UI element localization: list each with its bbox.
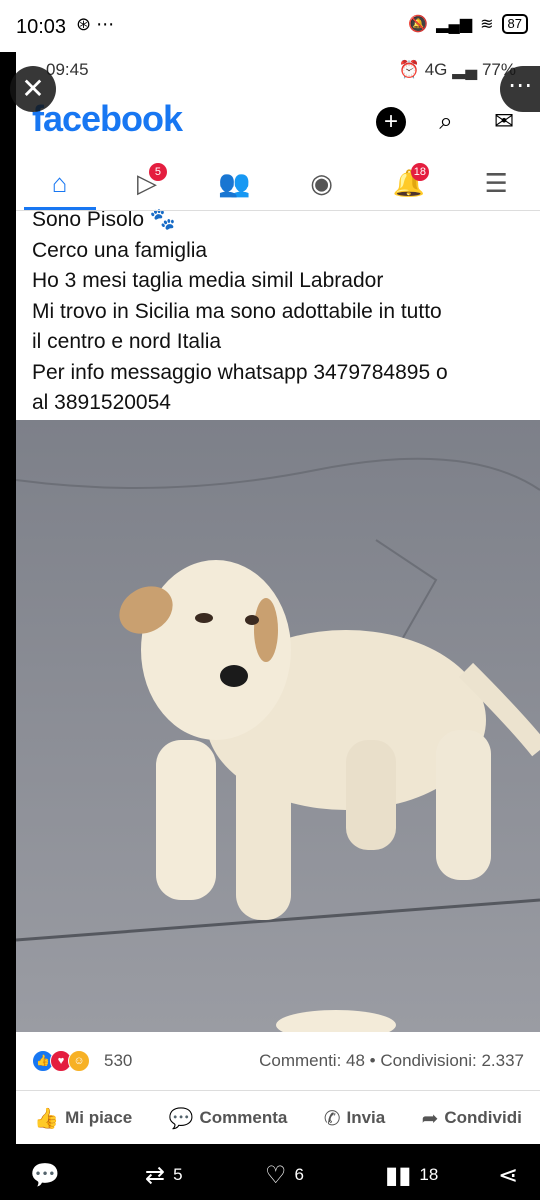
post-stats[interactable]: Commenti: 48 • Condivisioni: 2.337 xyxy=(259,1051,524,1071)
post-line: al 3891520054 xyxy=(32,391,171,414)
bell-icon[interactable]: 🔔 18 xyxy=(379,161,439,205)
views-icon: ▮▮ xyxy=(385,1161,412,1189)
like-count: 6 xyxy=(294,1165,304,1184)
outer-system-icons: 🔕 ▂▄▆ ≋ 87 xyxy=(408,14,528,34)
post-line: Per info messaggio whatsapp 3479784895 o xyxy=(32,360,448,384)
post-text: Sono Pisolo 🐾 Cerco una famiglia Ho 3 me… xyxy=(16,205,540,419)
add-icon[interactable]: + xyxy=(376,107,406,137)
share-icon: ➦ xyxy=(421,1107,439,1130)
facebook-screenshot: 09:45 ⏰ 4G ▂▄ 77% facebook + ⌕ ✉ ⌂ ▷ 5 👥 … xyxy=(16,52,540,1144)
close-icon[interactable]: ✕ xyxy=(10,66,56,112)
post-line: Ho 3 mesi taglia media simil Labrador xyxy=(32,269,384,292)
send-label: Invia xyxy=(346,1108,386,1127)
share-tweet-button[interactable]: ⋖ xyxy=(498,1161,518,1190)
video-icon[interactable]: ▷ 5 xyxy=(117,161,177,205)
comment-icon: 💬 xyxy=(168,1107,194,1130)
send-icon: ✆ xyxy=(323,1107,341,1130)
more-icon[interactable]: ⋯ xyxy=(500,66,540,112)
share-label: Condividi xyxy=(444,1108,522,1127)
facebook-header: facebook + ⌕ ✉ xyxy=(16,88,540,156)
like-label: Mi piace xyxy=(65,1108,133,1127)
views-count: 18 xyxy=(419,1165,439,1184)
share-button[interactable]: ➦ Condividi xyxy=(422,1106,522,1131)
facebook-tab-bar: ⌂ ▷ 5 👥 ◉ 🔔 18 ☰ xyxy=(16,156,540,211)
reaction-icons[interactable]: 👍 ♥ ☺ xyxy=(32,1050,90,1072)
reaction-count[interactable]: 530 xyxy=(104,1051,132,1071)
home-icon[interactable]: ⌂ xyxy=(23,161,96,210)
notifications-badge: 18 xyxy=(410,163,429,181)
signal-icon: ▂▄▆ xyxy=(436,16,473,33)
like-button[interactable]: 👍 Mi piace xyxy=(34,1106,132,1131)
mute-icon: 🔕 xyxy=(408,16,429,33)
heart-icon: ♡ xyxy=(265,1161,287,1189)
like-tweet-button[interactable]: ♡ 6 xyxy=(265,1161,304,1190)
reactions-row: 👍 ♥ ☺ 530 Commenti: 48 • Condivisioni: 2… xyxy=(16,1032,540,1090)
reply-icon: 💬 xyxy=(30,1161,60,1189)
retweet-button[interactable]: ⇄ 5 xyxy=(145,1161,183,1190)
post-actions: 👍 Mi piace 💬 Commenta ✆ Invia ➦ Condividi xyxy=(16,1090,540,1144)
network-label: 4G xyxy=(424,60,448,79)
facebook-logo: facebook xyxy=(32,98,183,139)
post-line: Cerco una famiglia xyxy=(32,238,208,262)
care-reaction-icon: ☺ xyxy=(68,1050,90,1072)
post-photo[interactable] xyxy=(16,420,540,1032)
wifi-icon: ≋ xyxy=(480,16,494,33)
comment-label: Commenta xyxy=(199,1108,288,1127)
retweet-count: 5 xyxy=(173,1165,183,1184)
inner-status-bar: 09:45 ⏰ 4G ▂▄ 77% xyxy=(16,52,540,88)
post-line: il centro e nord Italia xyxy=(32,330,222,353)
menu-icon[interactable]: ☰ xyxy=(466,161,526,205)
search-icon[interactable]: ⌕ xyxy=(428,104,464,140)
comment-button[interactable]: 💬 Commenta xyxy=(169,1106,288,1131)
video-badge: 5 xyxy=(148,163,167,181)
retweet-icon: ⇄ xyxy=(145,1161,166,1189)
post-line: Mi trovo in Sicilia ma sono adottabile i… xyxy=(32,299,442,323)
share-nodes-icon: ⋖ xyxy=(498,1161,519,1189)
views-button[interactable]: ▮▮ 18 xyxy=(385,1161,438,1190)
outer-notification-icons: ⊛ ⋯ xyxy=(76,14,115,34)
reply-button[interactable]: 💬 xyxy=(30,1161,60,1190)
puppy-photo xyxy=(16,420,540,1032)
outer-status-bar: 10:03 ⊛ ⋯ 🔕 ▂▄▆ ≋ 87 xyxy=(0,0,540,52)
inner-system-icons: ⏰ 4G ▂▄ 77% xyxy=(398,60,516,79)
like-icon: 👍 xyxy=(34,1107,60,1130)
profile-icon[interactable]: ◉ xyxy=(292,161,352,205)
battery-icon: 87 xyxy=(501,14,528,34)
outer-time: 10:03 xyxy=(16,16,67,38)
friends-icon[interactable]: 👥 xyxy=(204,161,264,205)
bottom-bar: 💬 ⇄ 5 ♡ 6 ▮▮ 18 ⋖ xyxy=(0,1150,540,1200)
send-button[interactable]: ✆ Invia xyxy=(324,1106,386,1131)
